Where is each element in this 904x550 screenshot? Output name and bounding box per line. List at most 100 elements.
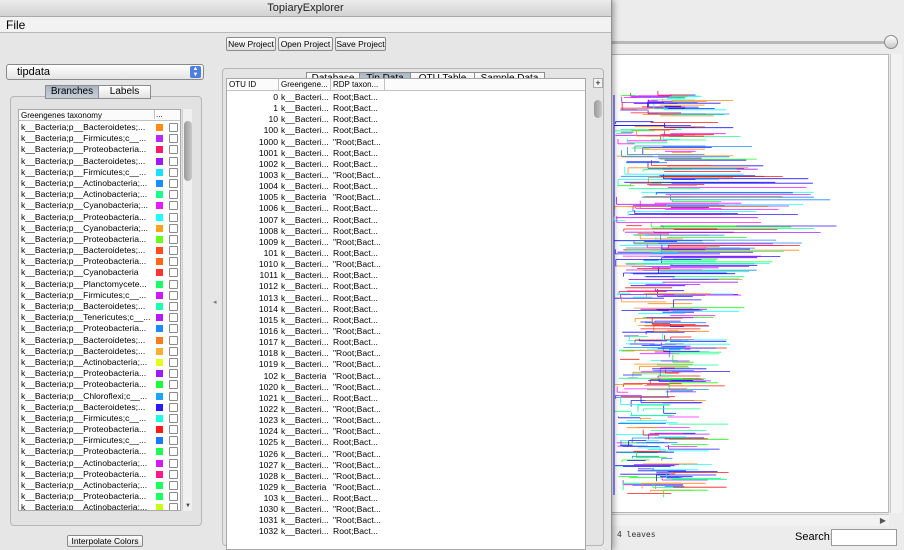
table-row[interactable]: 1031 k__Bacteri... "Root;Bact... <box>227 515 585 526</box>
taxonomy-row[interactable]: k__Bacteria;p__Firmicutes;c__... <box>19 167 180 178</box>
color-swatch[interactable] <box>156 269 163 277</box>
taxonomy-row[interactable]: k__Bacteria;p__Firmicutes;c__... <box>19 290 180 301</box>
table-row[interactable]: 1010 k__Bacteri... "Root;Bact... <box>227 259 585 270</box>
zoom-slider[interactable] <box>609 32 904 52</box>
table-row[interactable]: 1007 k__Bacteri... Root;Bact... <box>227 215 585 226</box>
color-swatch[interactable] <box>156 224 163 232</box>
add-column-icon[interactable]: + <box>593 78 603 88</box>
table-row[interactable]: 1002 k__Bacteri... Root;Bact... <box>227 159 585 170</box>
color-swatch[interactable] <box>156 157 163 165</box>
row-checkbox[interactable] <box>169 436 178 446</box>
search-input[interactable] <box>831 529 897 546</box>
table-row[interactable]: 103 k__Bacteri... Root;Bact... <box>227 493 585 504</box>
table-row[interactable]: 1011 k__Bacteri... Root;Bact... <box>227 270 585 281</box>
row-checkbox[interactable] <box>169 346 178 356</box>
table-row[interactable]: 1009 k__Bacteri... "Root;Bact... <box>227 237 585 248</box>
color-swatch[interactable] <box>156 403 163 411</box>
table-row[interactable]: 1028 k__Bacteri... "Root;Bact... <box>227 471 585 482</box>
taxonomy-row[interactable]: k__Bacteria;p__Proteobacteria... <box>19 424 180 435</box>
color-swatch[interactable] <box>156 146 163 154</box>
color-swatch[interactable] <box>156 303 163 310</box>
table-row[interactable]: 1005 k__Bacteria "Root;Bact... <box>227 192 585 203</box>
taxonomy-row[interactable]: k__Bacteria;p__Actinobacteria;... <box>19 357 180 368</box>
taxonomy-column-header[interactable]: Greengenes taxonomy <box>21 110 102 121</box>
table-row[interactable]: 1029 k__Bacteria "Root;Bact... <box>227 482 585 493</box>
color-swatch[interactable] <box>156 504 163 510</box>
row-checkbox[interactable] <box>169 212 178 222</box>
taxonomy-row[interactable]: k__Bacteria;p__Proteobacteria... <box>19 234 180 245</box>
taxonomy-scrollbar[interactable]: ▼ <box>182 109 192 511</box>
color-swatch[interactable] <box>156 426 163 434</box>
table-row[interactable]: 1006 k__Bacteri... Root;Bact... <box>227 203 585 214</box>
row-checkbox[interactable] <box>169 447 178 457</box>
table-row[interactable]: 1023 k__Bacteri... "Root;Bact... <box>227 415 585 426</box>
color-swatch[interactable] <box>156 258 163 266</box>
dataset-select[interactable]: tipdata ▲ ▼ <box>6 64 204 80</box>
color-swatch[interactable] <box>156 291 163 299</box>
color-swatch[interactable] <box>156 392 163 400</box>
table-row[interactable]: 1013 k__Bacteri... Root;Bact... <box>227 293 585 304</box>
table-row[interactable]: 1021 k__Bacteri... Root;Bact... <box>227 393 585 404</box>
row-checkbox[interactable] <box>169 234 178 244</box>
color-swatch[interactable] <box>156 437 163 445</box>
table-row[interactable]: 1 k__Bacteri... Root;Bact... <box>227 103 585 114</box>
color-swatch[interactable] <box>156 235 163 243</box>
taxonomy-row[interactable]: k__Bacteria;p__Bacteroidetes;... <box>19 301 180 312</box>
color-swatch[interactable] <box>156 358 163 366</box>
color-swatch[interactable] <box>156 247 163 255</box>
row-checkbox[interactable] <box>169 246 178 256</box>
color-swatch[interactable] <box>156 470 163 478</box>
row-checkbox[interactable] <box>169 492 178 502</box>
table-row[interactable]: 1020 k__Bacteri... "Root;Bact... <box>227 382 585 393</box>
row-checkbox[interactable] <box>169 380 178 390</box>
phylogenetic-tree[interactable] <box>612 55 889 513</box>
row-checkbox[interactable] <box>169 458 178 468</box>
table-row[interactable]: 1018 k__Bacteri... "Root;Bact... <box>227 348 585 359</box>
color-swatch[interactable] <box>156 459 163 467</box>
taxonomy-row[interactable]: k__Bacteria;p__Firmicutes;c__... <box>19 413 180 424</box>
row-checkbox[interactable] <box>169 201 178 211</box>
taxonomy-scroll-thumb[interactable] <box>184 121 192 181</box>
row-checkbox[interactable] <box>169 324 178 334</box>
color-swatch[interactable] <box>156 414 163 422</box>
table-row[interactable]: 1032 k__Bacteri... Root;Bact... <box>227 526 585 537</box>
interpolate-colors-button[interactable]: Interpolate Colors <box>67 535 143 547</box>
table-row[interactable]: 10 k__Bacteri... Root;Bact... <box>227 114 585 125</box>
table-row[interactable]: 1012 k__Bacteri... Root;Bact... <box>227 281 585 292</box>
row-checkbox[interactable] <box>169 357 178 367</box>
color-swatch[interactable] <box>156 482 163 489</box>
table-row[interactable]: 1026 k__Bacteri... "Root;Bact... <box>227 449 585 460</box>
taxonomy-row[interactable]: k__Bacteria;p__Proteobacteria... <box>19 368 180 379</box>
scroll-down-icon[interactable]: ▼ <box>183 501 193 511</box>
table-row[interactable]: 1019 k__Bacteri... "Root;Bact... <box>227 359 585 370</box>
row-checkbox[interactable] <box>169 481 178 490</box>
tab-branches[interactable]: Branches <box>45 85 99 99</box>
table-row[interactable]: 1022 k__Bacteri... "Root;Bact... <box>227 404 585 415</box>
taxonomy-row[interactable]: k__Bacteria;p__Bacteroidetes;... <box>19 346 180 357</box>
taxonomy-row[interactable]: k__Bacteria;p__Chloroflexi;c__... <box>19 391 180 402</box>
taxonomy-row[interactable]: k__Bacteria;p__Proteobacteria... <box>19 323 180 334</box>
color-swatch[interactable] <box>156 336 163 344</box>
taxonomy-row[interactable]: k__Bacteria;p__Planctomycete... <box>19 279 180 290</box>
row-checkbox[interactable] <box>169 391 178 401</box>
row-checkbox[interactable] <box>169 290 178 300</box>
taxonomy-row[interactable]: k__Bacteria;p__Proteobacteria... <box>19 491 180 502</box>
taxonomy-row[interactable]: k__Bacteria;p__Proteobacteria... <box>19 212 180 223</box>
taxonomy-row[interactable]: k__Bacteria;p__Cyanobacteria;... <box>19 223 180 234</box>
color-swatch[interactable] <box>156 448 163 456</box>
tree-horizontal-scrollbar[interactable]: ▶ <box>611 514 889 526</box>
row-checkbox[interactable] <box>169 313 178 323</box>
table-row[interactable]: 1003 k__Bacteri... "Root;Bact... <box>227 170 585 181</box>
save-project-button[interactable]: Save Project <box>335 37 386 51</box>
table-row[interactable]: 102 k__Bacteria "Root;Bact... <box>227 371 585 382</box>
taxonomy-row[interactable]: k__Bacteria;p__Actinobacteria;... <box>19 189 180 200</box>
table-row[interactable]: 1014 k__Bacteri... Root;Bact... <box>227 304 585 315</box>
color-swatch[interactable] <box>156 314 163 322</box>
color-swatch[interactable] <box>156 381 163 389</box>
taxonomy-row[interactable]: k__Bacteria;p__Bacteroidetes;... <box>19 245 180 256</box>
taxonomy-row[interactable]: k__Bacteria;p__Actinobacteria;... <box>19 458 180 469</box>
tip-data-scroll-thumb[interactable] <box>594 100 602 118</box>
row-checkbox[interactable] <box>169 369 178 379</box>
table-row[interactable]: 1008 k__Bacteri... Root;Bact... <box>227 226 585 237</box>
row-checkbox[interactable] <box>169 413 178 423</box>
